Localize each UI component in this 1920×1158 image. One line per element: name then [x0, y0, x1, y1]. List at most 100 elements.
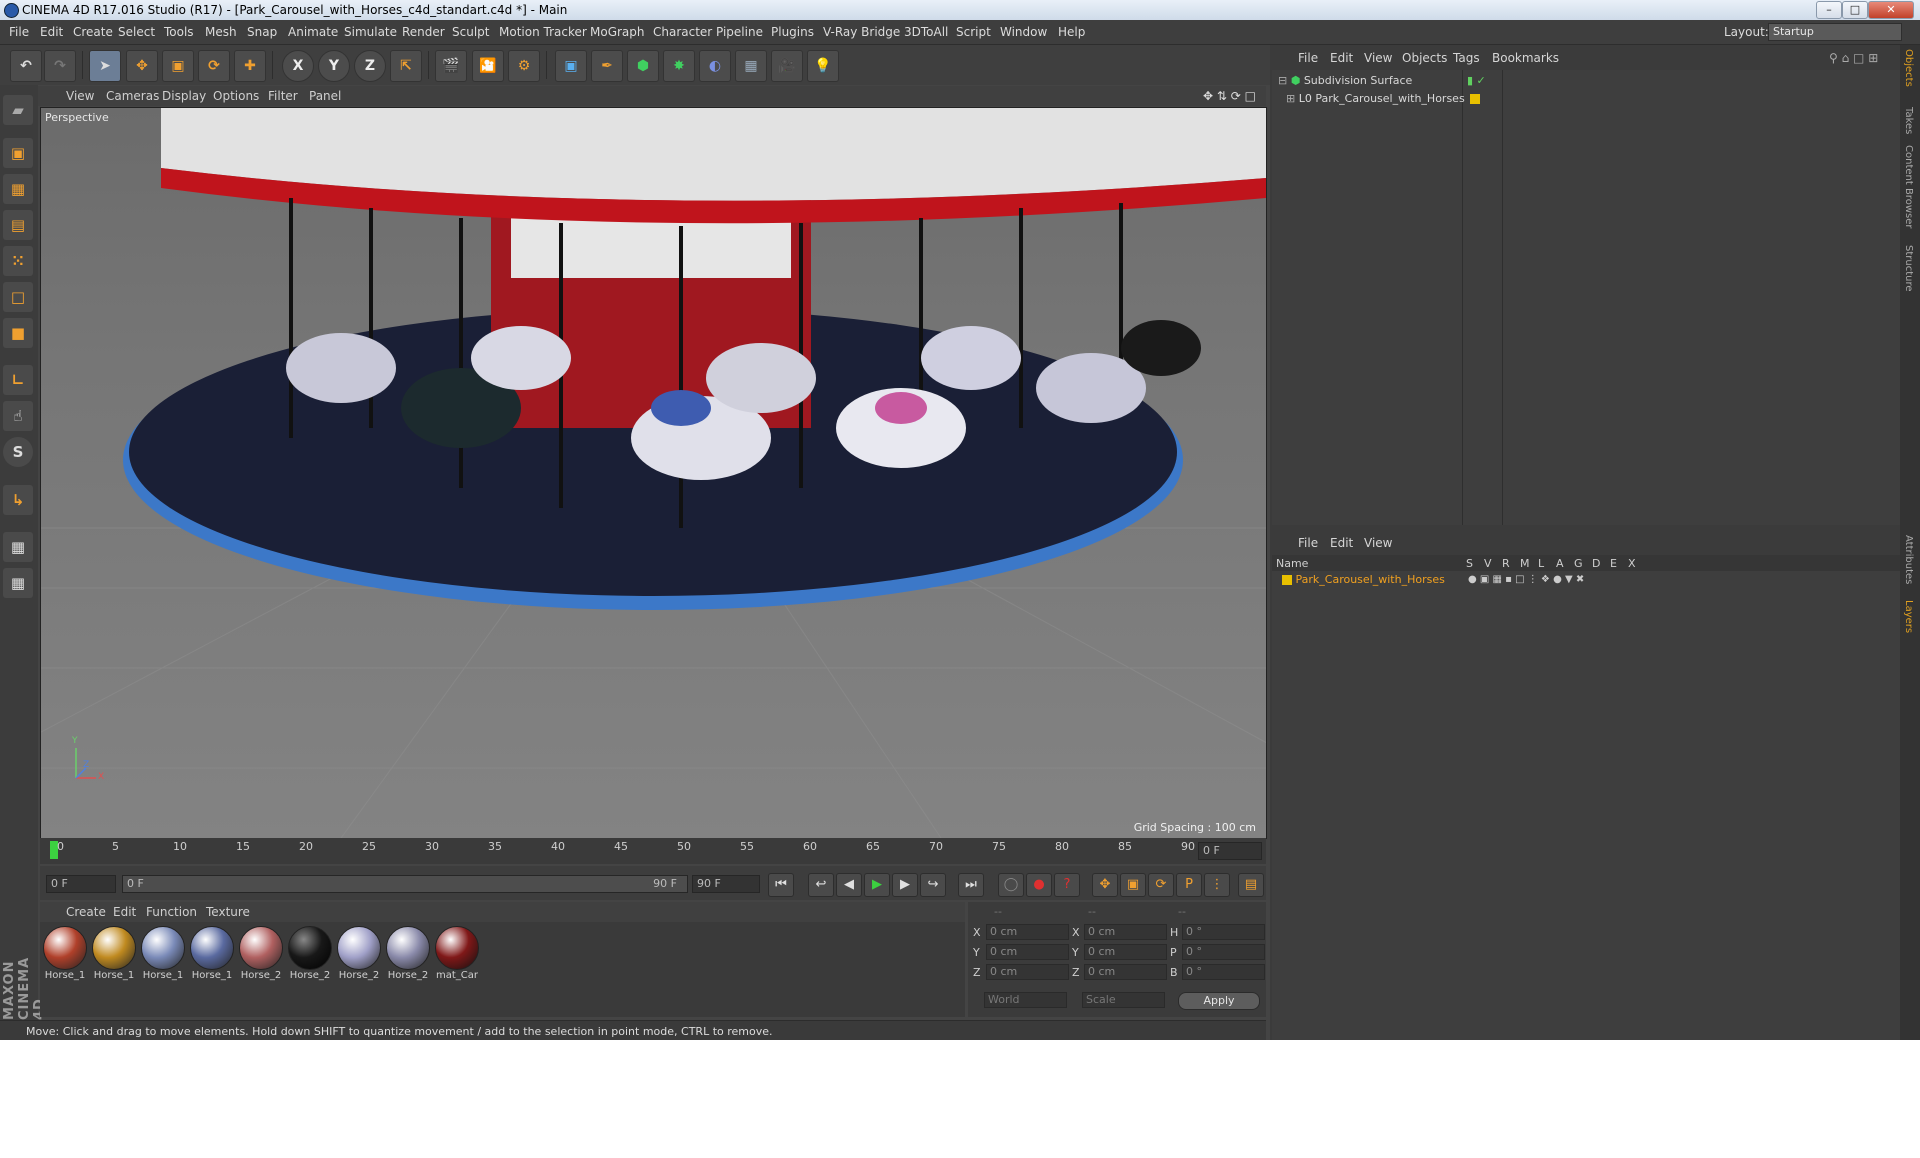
tab-attributes[interactable]: Attributes	[1903, 535, 1914, 584]
material-swatch[interactable]: Horse_1	[141, 926, 185, 984]
tweak-mode-icon[interactable]: ☝	[3, 401, 33, 431]
workplane-mode-icon[interactable]: ▤	[3, 210, 33, 240]
rotation-p-field[interactable]: 0 °	[1182, 944, 1265, 960]
material-swatch[interactable]: Horse_2	[386, 926, 430, 984]
timeline-window-icon[interactable]: ▤	[1238, 873, 1264, 897]
menu-snap[interactable]: Snap	[247, 25, 277, 39]
material-swatch[interactable]: Horse_1	[92, 926, 136, 984]
point-level-key-icon[interactable]: ⋮	[1204, 873, 1230, 897]
expand-icon[interactable]: ⊟	[1278, 74, 1287, 87]
points-mode-icon[interactable]: ⁙	[3, 246, 33, 276]
minimize-button[interactable]: –	[1816, 1, 1842, 19]
object-search-icons[interactable]: ⚲ ⌂ □ ⊞	[1829, 51, 1878, 65]
menu-help[interactable]: Help	[1058, 25, 1085, 39]
solo-icon[interactable]: S	[3, 437, 33, 467]
layer-flag-icons[interactable]: ● ▣ ▦ ▪ □ ⋮ ❖ ● ▼ ✖	[1468, 571, 1584, 589]
move-tool-icon[interactable]: ✥	[126, 50, 158, 82]
cube-object-icon[interactable]: ▣	[555, 50, 587, 82]
object-menu-bookmarks[interactable]: Bookmarks	[1492, 51, 1559, 65]
undo-icon[interactable]: ↶	[10, 50, 42, 82]
layer-color-tag[interactable]	[1470, 94, 1480, 104]
camera-icon[interactable]: 🎥	[771, 50, 803, 82]
size-x-field[interactable]: 0 cm	[1084, 924, 1167, 940]
tab-layers[interactable]: Layers	[1903, 600, 1914, 633]
light-icon[interactable]: 💡	[807, 50, 839, 82]
polygons-mode-icon[interactable]: ■	[3, 318, 33, 348]
position-z-field[interactable]: 0 cm	[986, 964, 1069, 980]
size-y-field[interactable]: 0 cm	[1084, 944, 1167, 960]
maximize-button[interactable]: □	[1842, 1, 1868, 19]
render-settings-icon[interactable]: ⚙	[508, 50, 540, 82]
scale-tool-icon[interactable]: ▣	[162, 50, 194, 82]
menu-tools[interactable]: Tools	[164, 25, 194, 39]
menu-sculpt[interactable]: Sculpt	[452, 25, 489, 39]
layer-menu-file[interactable]: File	[1298, 536, 1318, 550]
menu-animate[interactable]: Animate	[288, 25, 338, 39]
frame-range-slider[interactable]: 0 F 90 F	[122, 875, 688, 893]
goto-start-icon[interactable]: ⏮	[768, 873, 794, 897]
menu-mograph[interactable]: MoGraph	[590, 25, 645, 39]
position-key-icon[interactable]: ✥	[1092, 873, 1118, 897]
floor-scene-icon[interactable]: ▦	[735, 50, 767, 82]
object-menu-file[interactable]: File	[1298, 51, 1318, 65]
material-menu-function[interactable]: Function	[146, 905, 197, 919]
viewport-menu-display[interactable]: Display	[162, 89, 206, 103]
axis-mode-icon[interactable]: ∟	[3, 365, 33, 395]
size-z-field[interactable]: 0 cm	[1084, 964, 1167, 980]
visibility-check-icon[interactable]: ▮ ✓	[1467, 72, 1486, 90]
tab-objects[interactable]: Objects	[1903, 49, 1914, 87]
keyframe-selection-icon[interactable]: ?	[1054, 873, 1080, 897]
tab-structure[interactable]: Structure	[1903, 245, 1914, 292]
redo-icon[interactable]: ↷	[44, 50, 76, 82]
coordinate-mode-select[interactable]: World	[984, 992, 1067, 1008]
material-swatch[interactable]: Horse_1	[43, 926, 87, 984]
material-menu-create[interactable]: Create	[66, 905, 106, 919]
object-menu-tags[interactable]: Tags	[1453, 51, 1480, 65]
menu-select[interactable]: Select	[118, 25, 155, 39]
axis-x-lock[interactable]: X	[282, 50, 314, 82]
subdivision-icon[interactable]: ⬢	[627, 50, 659, 82]
position-x-field[interactable]: 0 cm	[986, 924, 1069, 940]
parameter-key-icon[interactable]: P	[1176, 873, 1202, 897]
select-arrow-icon[interactable]: ➤	[89, 50, 121, 82]
next-frame-icon[interactable]: ▶	[892, 873, 918, 897]
layer-menu-edit[interactable]: Edit	[1330, 536, 1353, 550]
menu-create[interactable]: Create	[73, 25, 113, 39]
current-frame-field[interactable]: 0 F	[1198, 842, 1262, 860]
tab-content-browser[interactable]: Content Browser	[1903, 145, 1914, 228]
rotation-b-field[interactable]: 0 °	[1182, 964, 1265, 980]
edges-mode-icon[interactable]: □	[3, 282, 33, 312]
viewport-menu-filter[interactable]: Filter	[268, 89, 298, 103]
menu-mesh[interactable]: Mesh	[205, 25, 237, 39]
rotation-h-field[interactable]: 0 °	[1182, 924, 1265, 940]
size-mode-select[interactable]: Scale	[1082, 992, 1165, 1008]
start-frame-field[interactable]: 0 F	[46, 875, 116, 893]
layer-row[interactable]: Park_Carousel_with_Horses	[1282, 571, 1445, 589]
viewport-menu-options[interactable]: Options	[213, 89, 259, 103]
deformer-icon[interactable]: ◐	[699, 50, 731, 82]
next-key-icon[interactable]: ↪	[920, 873, 946, 897]
3d-viewport[interactable]: Perspective Grid Spacing : 100 cm Y X Z	[40, 107, 1267, 839]
position-y-field[interactable]: 0 cm	[986, 944, 1069, 960]
menu-render[interactable]: Render	[402, 25, 445, 39]
apply-button[interactable]: Apply	[1178, 992, 1260, 1010]
rotation-key-icon[interactable]: ⟳	[1148, 873, 1174, 897]
menu-simulate[interactable]: Simulate	[344, 25, 397, 39]
object-menu-edit[interactable]: Edit	[1330, 51, 1353, 65]
model-mode-icon[interactable]: ▣	[3, 138, 33, 168]
viewport-menu-cameras[interactable]: Cameras	[106, 89, 159, 103]
viewport-menu-panel[interactable]: Panel	[309, 89, 341, 103]
object-menu-view[interactable]: View	[1364, 51, 1392, 65]
scale-key-icon[interactable]: ▣	[1120, 873, 1146, 897]
viewport-menu-view[interactable]: View	[66, 89, 94, 103]
menu-3dtoall[interactable]: 3DToAll	[904, 25, 948, 39]
coordinate-system-icon[interactable]: ⇱	[390, 50, 422, 82]
material-swatch[interactable]: Horse_1	[190, 926, 234, 984]
last-tool-icon[interactable]: ✚	[234, 50, 266, 82]
menu-vray-bridge[interactable]: V-Ray Bridge	[823, 25, 900, 39]
layout-select[interactable]: Startup	[1768, 23, 1902, 41]
menu-character[interactable]: Character	[653, 25, 712, 39]
render-picture-viewer-icon[interactable]: 🎦	[472, 50, 504, 82]
menu-script[interactable]: Script	[956, 25, 991, 39]
autokey-icon[interactable]: ●	[1026, 873, 1052, 897]
